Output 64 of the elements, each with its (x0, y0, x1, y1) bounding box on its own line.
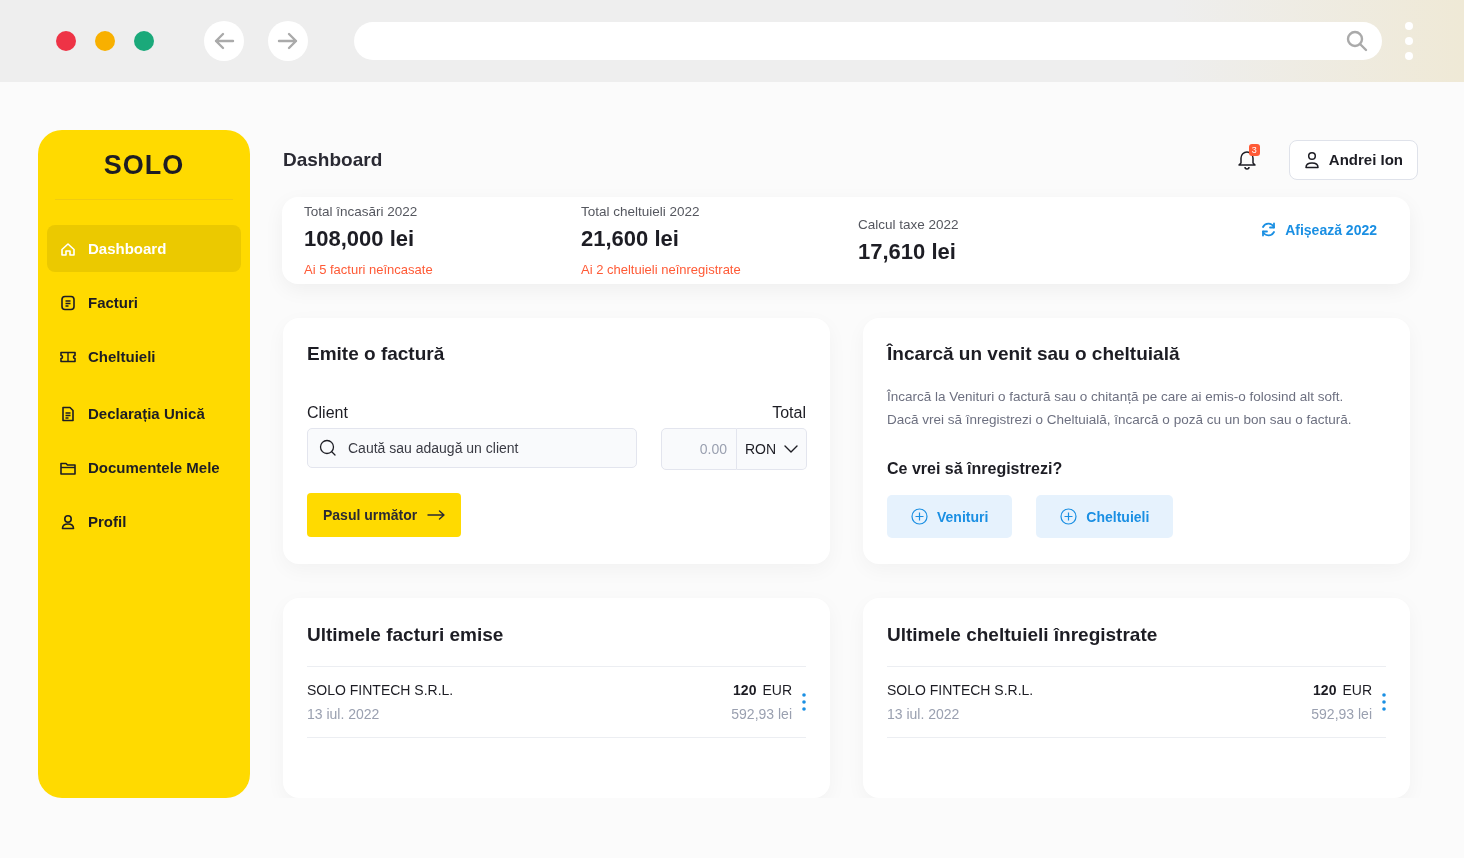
stat-label: Total cheltuieli 2022 (581, 204, 701, 219)
sidebar-item[interactable]: Cheltuieli (47, 333, 241, 380)
window-control-dot[interactable] (56, 31, 76, 51)
amount-text: 120 (1313, 682, 1337, 698)
more-icon (802, 693, 806, 711)
forward-button[interactable] (268, 21, 308, 61)
sidebar-item[interactable]: Profil (47, 498, 241, 545)
plus-circle-icon (1060, 508, 1078, 525)
back-button[interactable] (204, 21, 244, 61)
sidebar-item[interactable]: Declarația Unică (47, 390, 241, 437)
company-name: SOLO FINTECH S.R.L. (307, 682, 455, 698)
logo: SOLO (55, 130, 233, 200)
amount-field[interactable]: 0.00 (661, 428, 737, 470)
card-title: Ultimele cheltuieli înregistrate (887, 624, 1159, 646)
file-icon (59, 404, 77, 423)
stat-value: 21,600 lei (581, 226, 680, 252)
chevron-down-icon (784, 445, 799, 453)
client-search-field[interactable]: Caută sau adaugă un client (307, 428, 637, 468)
forward-arrow-icon (277, 32, 299, 50)
company-name: SOLO FINTECH S.R.L. (887, 682, 1035, 698)
person-icon (59, 512, 77, 531)
plus-circle-icon (911, 508, 928, 525)
notification-badge: 3 (1248, 143, 1260, 156)
currency-dropdown[interactable]: RON (737, 428, 808, 470)
more-icon[interactable] (1404, 21, 1414, 61)
converted-amount: 592,93 lei (1311, 706, 1372, 722)
card-title: Ultimele facturi emise (307, 624, 505, 646)
stat-warning: Ai 2 cheltuieli neînregistrate (581, 262, 742, 277)
refresh-icon (1260, 221, 1278, 238)
currency-text: EUR (762, 682, 792, 698)
card-description: Încarcă la Venituri o factură sau o chitanță pe care ai emis-o folosind alt soft. (887, 388, 1345, 406)
card-title: Emite o factură (307, 343, 446, 365)
stat-label: Calcul taxe 2022 (858, 216, 960, 232)
sidebar-item[interactable]: Documentele Mele (47, 444, 241, 491)
section-question: Ce vrei să înregistrezi? (887, 460, 1064, 478)
stat-warning: Ai 5 facturi neîncasate (304, 262, 434, 277)
next-step-button[interactable]: Pasul următor (307, 493, 462, 537)
field-label: Total (772, 404, 806, 422)
window-control-dot[interactable] (134, 31, 154, 51)
field-label: Client (307, 404, 348, 422)
currency-text: EUR (1342, 682, 1372, 698)
back-arrow-icon (213, 32, 235, 50)
arrow-right-icon (427, 510, 446, 520)
converted-amount: 592,93 lei (731, 706, 792, 722)
sidebar-item[interactable]: Facturi (47, 279, 241, 326)
window-control-dot[interactable] (95, 31, 115, 51)
person-icon (1303, 150, 1320, 169)
more-button[interactable] (1382, 693, 1386, 711)
search-icon (1346, 30, 1368, 52)
stat-value: 108,000 lei (304, 226, 416, 252)
date-text: 13 iul. 2022 (887, 706, 961, 722)
amount-text: 120 (733, 682, 757, 698)
date-text: 13 iul. 2022 (307, 706, 381, 722)
more-button[interactable] (802, 693, 806, 711)
user-button[interactable]: Andrei Ion (1288, 139, 1418, 180)
stat-label: Total încasări 2022 (304, 204, 419, 219)
page-title: Dashboard (283, 148, 384, 171)
document-icon (59, 293, 77, 312)
more-icon (1382, 693, 1386, 711)
card-title: Încarcă un venit sau o cheltuială (887, 343, 1181, 365)
search-icon (319, 439, 337, 457)
card-description: Dacă vrei să înregistrezi o Cheltuială, încarcă o poză cu un bon sau o factură. (887, 411, 1353, 429)
address-field[interactable] (354, 22, 1382, 60)
stat-value: 17,610 lei (858, 238, 957, 265)
